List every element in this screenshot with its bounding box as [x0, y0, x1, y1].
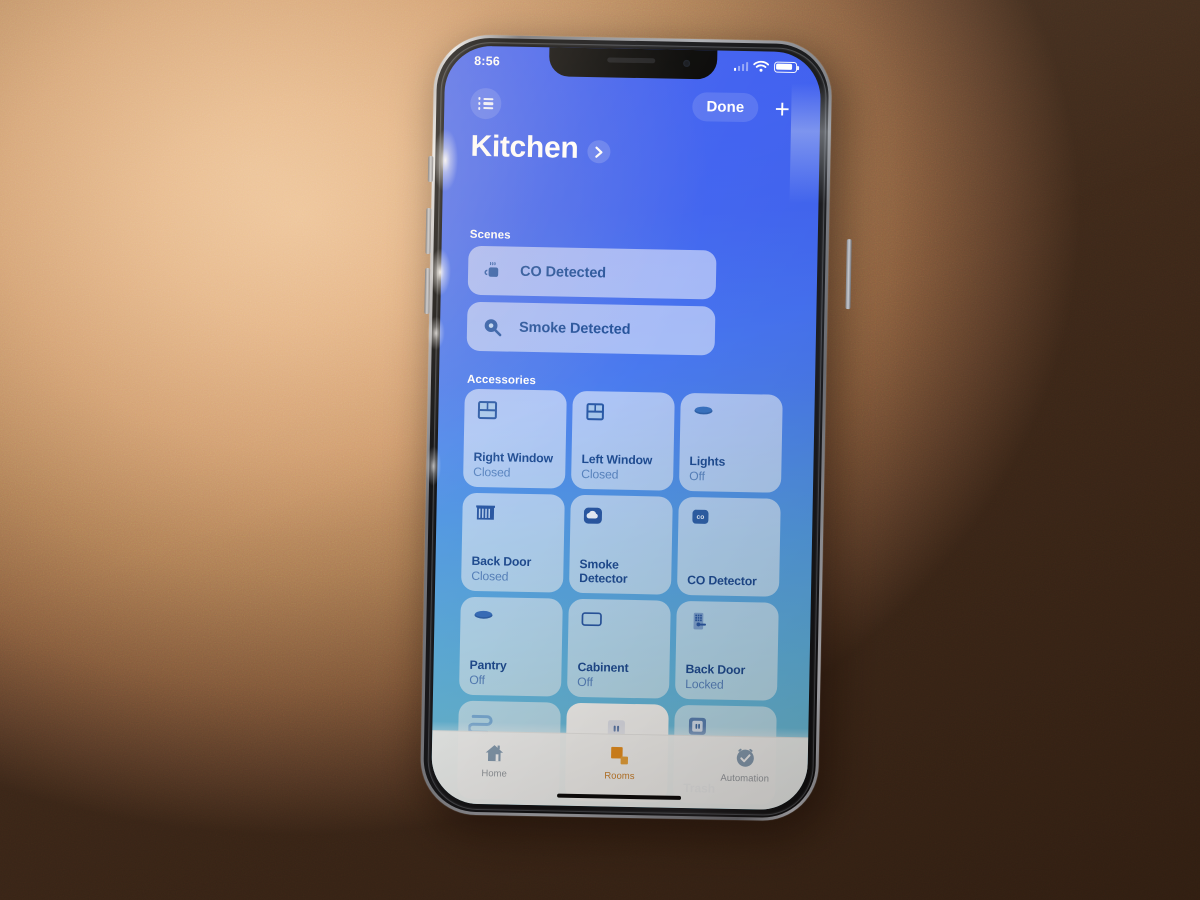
accessory-tile-lights[interactable]: Lights Off [678, 392, 783, 493]
tab-label: Rooms [604, 769, 635, 782]
frying-pan-icon [480, 314, 506, 340]
accessory-state: Locked [685, 676, 724, 692]
ceiling-light-icon [690, 402, 719, 431]
phone-screen: Done + Kitchen Scenes CO Detected Smoke … [430, 45, 822, 811]
accessory-state: Closed [473, 464, 511, 480]
home-app: Done + Kitchen Scenes CO Detected Smoke … [430, 45, 821, 811]
tab-automation[interactable]: Automation [682, 736, 808, 788]
phone-device: Done + Kitchen Scenes CO Detected Smoke … [417, 16, 853, 854]
tabs: Home Rooms Automation [431, 731, 808, 788]
accessories-section-label: Accessories [466, 373, 537, 388]
tile-text: Back Door Closed [471, 554, 557, 584]
accessory-name: CO Detector [687, 572, 757, 589]
smoke-cloud-icon [580, 504, 609, 533]
accessory-tile-back-door[interactable]: Back Door Closed [460, 492, 565, 593]
tab-home[interactable]: Home [431, 731, 557, 783]
notch [548, 46, 718, 80]
tab-label: Home [481, 767, 508, 780]
add-accessory-button[interactable]: + [768, 94, 797, 124]
tile-text: Pantry Off [469, 658, 555, 688]
clock-check-icon [733, 745, 756, 769]
window-icon [582, 400, 611, 429]
done-button[interactable]: Done [692, 92, 759, 123]
accessory-tile-cabinent[interactable]: Cabinent Off [566, 598, 671, 699]
chevron-right-icon[interactable] [587, 140, 611, 164]
list-view-button[interactable] [470, 87, 502, 120]
accessory-name: Cabinent [577, 660, 629, 676]
scene-label: CO Detected [519, 263, 607, 281]
svg-text:co: co [697, 514, 705, 521]
tile-text: Right Window Closed [473, 450, 559, 480]
tile-text: Lights Off [689, 454, 775, 484]
wifi-icon [753, 60, 770, 72]
accessory-name: Back Door [685, 662, 746, 678]
co-badge-icon: co [688, 506, 717, 535]
accessory-tile-co-detector[interactable]: co CO Detector [676, 496, 781, 597]
tile-text: CO Detector [687, 573, 772, 589]
accessory-tile-left-window[interactable]: Left Window Closed [570, 390, 675, 491]
accessory-name: Back Door [471, 554, 532, 570]
list-icon [478, 97, 494, 110]
accessory-name: Right Window [473, 450, 553, 466]
accessory-state: Closed [471, 568, 509, 584]
accessory-state: Off [469, 672, 486, 687]
accessory-tile-back-door-lock[interactable]: Back Door Locked [674, 600, 779, 701]
tab-bar: Home Rooms Automation [430, 730, 809, 811]
page-title: Kitchen [470, 129, 579, 165]
status-time: 8:56 [474, 53, 501, 69]
ceiling-light-icon [470, 606, 499, 635]
tab-label: Automation [720, 772, 770, 785]
coffee-mug-icon [481, 258, 507, 284]
volume-up-button[interactable] [425, 207, 432, 255]
accessory-state: Closed [581, 466, 619, 482]
scene-label: Smoke Detected [518, 319, 631, 338]
nav-bar: Done + [444, 85, 821, 128]
power-button[interactable] [845, 239, 852, 310]
accessory-tile-smoke-detector[interactable]: Smoke Detector [568, 494, 673, 595]
photo-background: Done + Kitchen Scenes CO Detected Smoke … [0, 0, 1200, 900]
front-camera [683, 59, 691, 67]
accessory-state: Off [577, 674, 593, 689]
battery-icon [773, 61, 798, 73]
accessory-name: Left Window [581, 452, 653, 468]
accessory-tile-pantry[interactable]: Pantry Off [458, 596, 563, 697]
accessory-name: Pantry [469, 658, 507, 673]
status-indicators [733, 60, 798, 73]
signal-bars-icon [733, 61, 749, 72]
earpiece-speaker [607, 57, 656, 64]
window-icon [474, 398, 503, 427]
accessory-name: Lights [689, 454, 726, 470]
silent-switch[interactable] [427, 155, 434, 183]
keypad-lock-icon [686, 610, 715, 639]
volume-down-button[interactable] [424, 267, 431, 315]
tile-text: Smoke Detector [579, 557, 665, 587]
scene-smoke-detected[interactable]: Smoke Detected [466, 301, 716, 356]
tile-text: Back Door Locked [685, 662, 771, 692]
room-title-row[interactable]: Kitchen [470, 130, 611, 167]
cabinet-icon [578, 608, 607, 637]
rooms-squares-icon [608, 743, 631, 767]
house-icon [483, 741, 506, 765]
scenes-section-label: Scenes [469, 228, 511, 242]
tab-rooms[interactable]: Rooms [557, 734, 683, 786]
accessory-state: Off [689, 468, 705, 483]
tile-text: Left Window Closed [581, 452, 667, 482]
blinds-icon [472, 502, 501, 531]
home-indicator[interactable] [557, 793, 682, 800]
scene-co-detected[interactable]: CO Detected [467, 245, 717, 300]
tile-text: Cabinent Off [577, 660, 663, 690]
accessory-name: Smoke Detector [579, 556, 628, 586]
accessory-tile-right-window[interactable]: Right Window Closed [462, 388, 567, 489]
